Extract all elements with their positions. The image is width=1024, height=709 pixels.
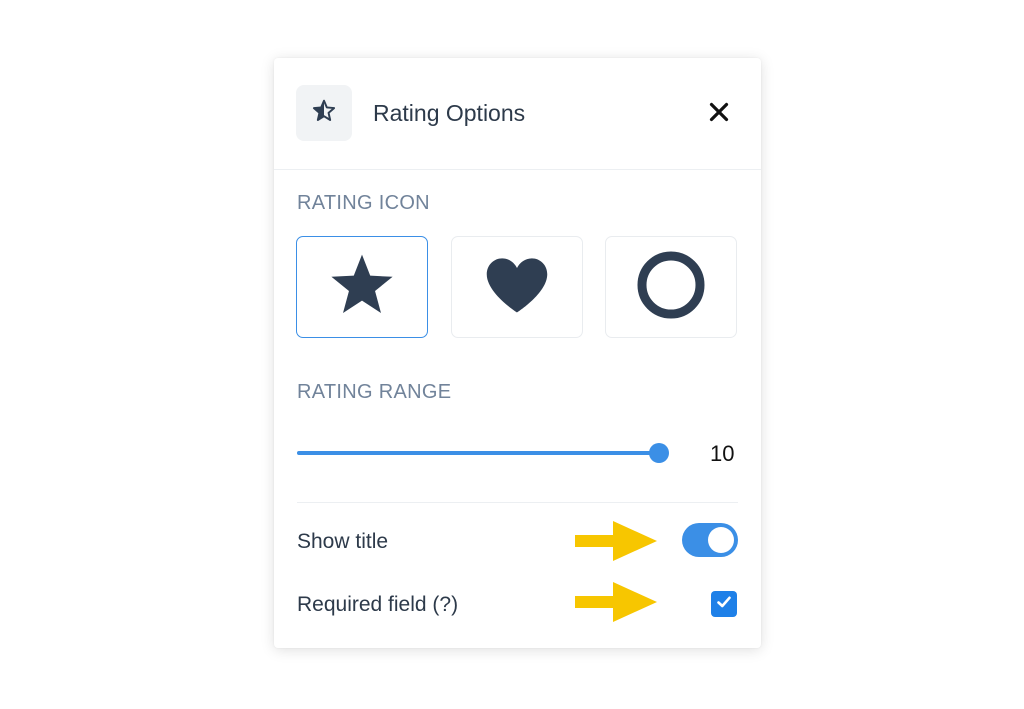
required-field-checkbox[interactable] — [711, 591, 737, 617]
checkmark-icon — [715, 593, 733, 616]
divider — [297, 502, 738, 503]
circle-icon — [636, 250, 706, 325]
toggle-knob — [708, 527, 734, 553]
rating-options-panel: Rating Options RATING ICON RATING RANGE … — [274, 58, 761, 648]
show-title-toggle[interactable] — [682, 523, 738, 557]
stage: Rating Options RATING ICON RATING RANGE … — [0, 0, 1024, 709]
panel-title: Rating Options — [373, 100, 526, 126]
close-icon — [709, 102, 729, 127]
half-star-icon — [311, 98, 337, 129]
slider-fill — [297, 451, 659, 455]
required-field-label: Required field (?) — [297, 593, 459, 616]
rating-range-slider[interactable] — [297, 441, 669, 465]
close-button[interactable] — [706, 101, 732, 127]
slider-thumb[interactable] — [649, 443, 669, 463]
star-icon — [328, 252, 396, 323]
rating-range-value: 10 — [710, 441, 735, 466]
heart-icon — [484, 256, 550, 319]
rating-range-label: RATING RANGE — [297, 381, 452, 403]
rating-icon-option-heart[interactable] — [451, 236, 583, 338]
arrow-right-icon — [573, 519, 659, 568]
panel-header: Rating Options — [274, 58, 761, 170]
rating-icon-option-circle[interactable] — [605, 236, 737, 338]
arrow-right-icon — [573, 580, 659, 629]
header-icon-box — [296, 85, 352, 141]
rating-icon-label: RATING ICON — [297, 192, 430, 214]
rating-icon-option-star[interactable] — [296, 236, 428, 338]
show-title-label: Show title — [297, 530, 389, 553]
